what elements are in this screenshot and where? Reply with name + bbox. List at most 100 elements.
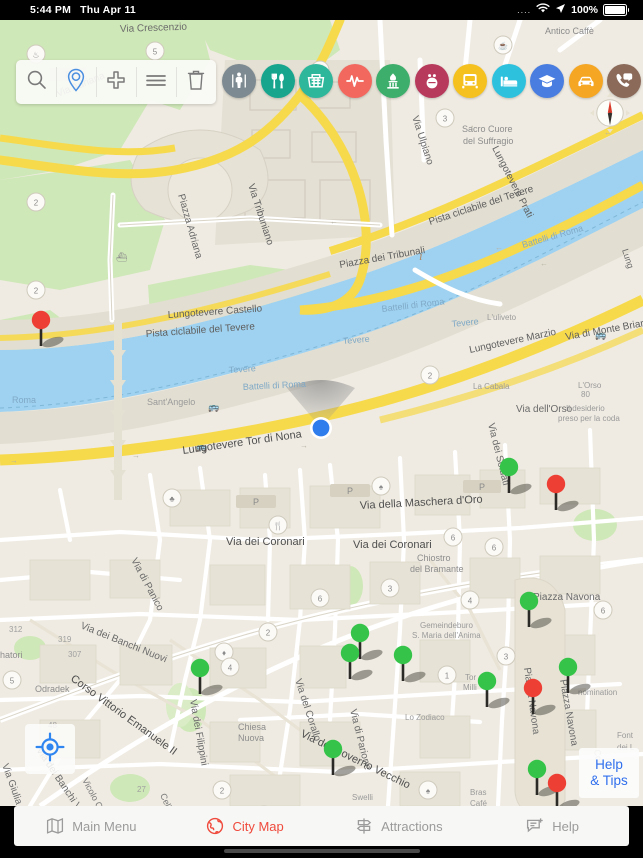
tab-bar-inner: Main Menu City Map Attractions Help <box>14 806 629 846</box>
svg-text:6: 6 <box>451 533 456 542</box>
map-label: Via dei Coronari <box>226 536 305 548</box>
map-label: preso per la coda <box>558 414 620 423</box>
svg-text:2: 2 <box>428 371 433 380</box>
locate-me-button[interactable] <box>25 724 75 774</box>
category-transport[interactable] <box>453 64 487 98</box>
tab-label: Attractions <box>381 819 442 834</box>
map-folded-icon <box>45 816 65 836</box>
svg-text:3: 3 <box>443 114 448 123</box>
svg-text:P: P <box>253 497 259 507</box>
bottom-tab-bar: Main Menu City Map Attractions Help <box>0 806 643 858</box>
help-and-tips-button[interactable]: Help & Tips <box>579 748 639 798</box>
svg-text:6: 6 <box>601 606 606 615</box>
tab-attractions[interactable]: Attractions <box>322 816 476 836</box>
locate-me-icon <box>35 732 65 767</box>
status-bar-left: 5:44 PM Thu Apr 11 <box>30 4 136 16</box>
svg-text:♦: ♦ <box>222 648 226 657</box>
map-label: Tevere <box>228 363 256 375</box>
search-button[interactable] <box>16 60 56 104</box>
status-time: 5:44 PM <box>30 4 71 16</box>
svg-text:6: 6 <box>492 543 497 552</box>
map-label: Sant'Angelo <box>147 397 195 407</box>
status-bar: 5:44 PM Thu Apr 11 .... 100% <box>0 0 643 20</box>
tablet-screen: 5:44 PM Thu Apr 11 .... 100% <box>0 0 643 858</box>
category-education[interactable] <box>530 64 564 98</box>
add-button[interactable] <box>96 60 136 104</box>
category-nightlife[interactable] <box>415 64 449 98</box>
help-tips-line1: Help <box>581 757 637 773</box>
search-icon <box>26 69 47 95</box>
svg-text:2: 2 <box>266 628 271 637</box>
svg-text:→: → <box>132 451 140 460</box>
category-contact[interactable] <box>607 64 641 98</box>
delete-button[interactable] <box>176 60 216 104</box>
category-hotel[interactable] <box>492 64 526 98</box>
map-label: Milli <box>463 683 477 692</box>
svg-text:🍴: 🍴 <box>273 520 283 530</box>
map-label: Gemeindeburo <box>420 621 473 630</box>
map-label: Font <box>617 731 634 740</box>
category-health[interactable] <box>338 64 372 98</box>
svg-text:1: 1 <box>445 671 450 680</box>
map-label: La Cabala <box>473 382 510 391</box>
map-label: 80 <box>581 390 590 399</box>
map-label: Café <box>470 799 487 806</box>
map-label: Lo Zodiaco <box>405 713 445 722</box>
svg-text:5: 5 <box>153 47 158 56</box>
svg-text:⛴: ⛴ <box>116 252 128 262</box>
svg-text:🚌: 🚌 <box>208 402 219 412</box>
map-label: Roma <box>12 395 36 405</box>
map-vector-layer: PPPP ♨ 5 🍴 3 2 2 ♣ ♠ 🍴 6 6 3 6 4 2 ♦ 3 <box>0 20 643 806</box>
location-arrow-icon <box>555 3 566 17</box>
map-label: L'Orso <box>578 381 602 390</box>
map-label: Sacro Cuore <box>462 124 513 134</box>
map-label: 307 <box>68 650 82 659</box>
category-restaurant[interactable] <box>261 64 295 98</box>
svg-text:2: 2 <box>34 198 39 207</box>
svg-text:2: 2 <box>34 286 39 295</box>
signpost-icon <box>354 816 374 836</box>
svg-text:☕: ☕ <box>498 40 508 50</box>
trash-icon <box>187 69 205 96</box>
map-label: Tor <box>465 673 476 682</box>
compass-rose[interactable] <box>589 92 631 134</box>
category-museum[interactable] <box>376 64 410 98</box>
map-label: del Bramante <box>410 564 464 574</box>
map-label: del Suffragio <box>463 136 513 146</box>
category-car-rental[interactable] <box>569 64 603 98</box>
svg-text:3: 3 <box>388 584 393 593</box>
map-label: Bras <box>470 788 486 797</box>
map-label: Il desiderio <box>566 404 605 413</box>
map-label: Nuova <box>238 733 264 743</box>
tab-label: Main Menu <box>72 819 136 834</box>
map-label: Chiostro <box>417 553 451 563</box>
plus-icon <box>106 70 126 95</box>
map-label: Via Crescenzio <box>120 22 188 35</box>
svg-text:2: 2 <box>220 786 225 795</box>
svg-text:←: ← <box>330 217 338 226</box>
tab-label: City Map <box>232 819 283 834</box>
chat-plus-icon <box>525 816 545 836</box>
tab-help[interactable]: Help <box>475 816 629 836</box>
wifi-icon <box>536 3 550 17</box>
map-label: Chiesa <box>238 722 266 732</box>
home-indicator[interactable] <box>224 849 420 853</box>
category-sightseeing[interactable] <box>222 64 256 98</box>
tab-label: Help <box>552 819 579 834</box>
list-button[interactable] <box>136 60 176 104</box>
map-label: hatori <box>0 650 23 660</box>
tab-city-map[interactable]: City Map <box>168 816 322 836</box>
user-location-dot[interactable] <box>313 420 330 437</box>
svg-text:6: 6 <box>318 594 323 603</box>
map-pin-button[interactable] <box>56 60 96 104</box>
map-label: Antico Caffè <box>545 26 594 36</box>
battery-full-icon <box>603 4 627 16</box>
svg-text:♨: ♨ <box>32 50 39 59</box>
help-tips-line2: & Tips <box>581 773 637 789</box>
globe-icon <box>205 816 225 836</box>
map-label: S. Maria dell'Anima <box>412 631 481 640</box>
list-lines-icon <box>145 72 167 93</box>
city-map-canvas[interactable]: PPPP ♨ 5 🍴 3 2 2 ♣ ♠ 🍴 6 6 3 6 4 2 ♦ 3 <box>0 20 643 806</box>
category-shopping[interactable] <box>299 64 333 98</box>
tab-main-menu[interactable]: Main Menu <box>14 816 168 836</box>
